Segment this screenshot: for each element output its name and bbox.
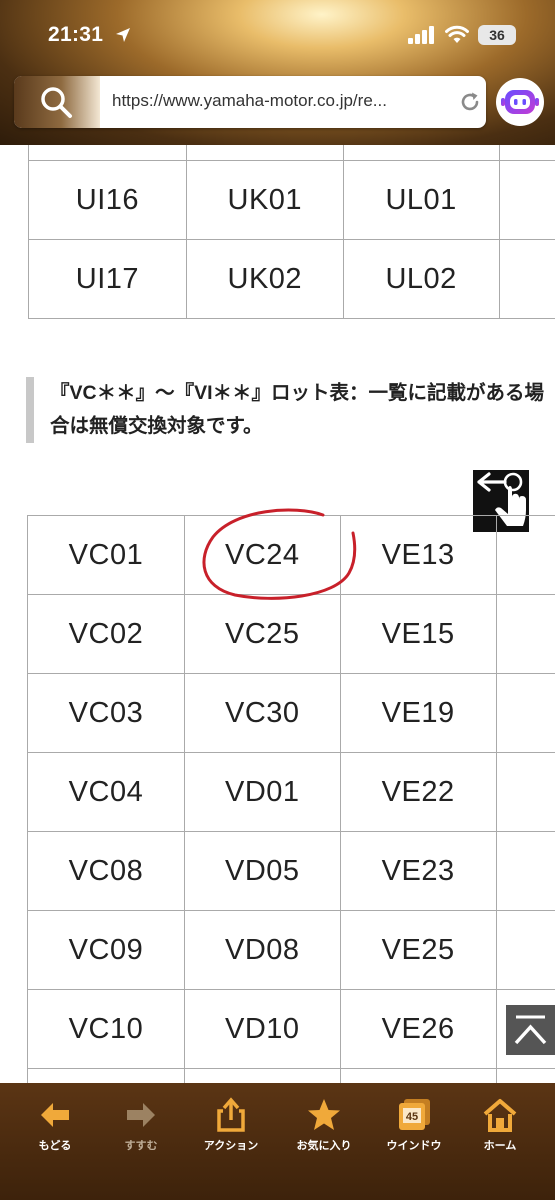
star-icon: [308, 1099, 340, 1130]
cellular-signal-icon: [408, 26, 434, 44]
windows-button[interactable]: 45 ウインドウ: [379, 1097, 449, 1153]
table-row: [28, 145, 555, 161]
assistant-button[interactable]: [496, 78, 544, 126]
table-cell: VC10: [27, 989, 185, 1069]
search-icon: [41, 87, 72, 118]
table-row: VC10 VD10 VE26: [27, 989, 555, 1069]
table-row: VC03 VC30 VE19: [27, 673, 555, 753]
table-cell: [495, 673, 555, 753]
url-bar[interactable]: https://www.yamaha-motor.co.jp/re...: [14, 76, 486, 128]
back-button[interactable]: もどる: [20, 1097, 90, 1153]
table-cell: UK01: [185, 160, 344, 240]
favorites-label: お気に入り: [296, 1140, 352, 1152]
scroll-to-top-button[interactable]: [506, 1005, 555, 1055]
table-cell: UL01: [342, 160, 500, 240]
url-text[interactable]: https://www.yamaha-motor.co.jp/re...: [112, 91, 387, 111]
table-row: UI16 UK01 UL01: [28, 160, 555, 240]
action-label: アクション: [203, 1140, 259, 1152]
table-cell: VC30: [183, 673, 341, 753]
table-cell: UL02: [342, 239, 500, 319]
table-cell: VC08: [27, 831, 185, 911]
forward-button[interactable]: すすむ: [106, 1097, 176, 1153]
table-cell: [495, 1068, 555, 1083]
forward-label: すすむ: [124, 1140, 158, 1152]
home-icon: [483, 1099, 517, 1132]
table-cell: VC01: [27, 515, 185, 595]
lot-table-u: UI16 UK01 UL01 UI17 UK02 UL02: [28, 145, 555, 319]
table-row: VC08 VD05 VE23: [27, 831, 555, 911]
bottom-toolbar: もどる すすむ アクション お気に入り 45 ウインドウ ホーム: [0, 1083, 555, 1200]
table-cell: VD10: [183, 989, 341, 1069]
table-cell: [495, 910, 555, 990]
share-icon: [217, 1097, 245, 1132]
table-cell: VE26: [339, 989, 497, 1069]
page-content[interactable]: UI16 UK01 UL01 UI17 UK02 UL02 『VC＊＊』〜『VI…: [0, 145, 555, 1083]
table-row: UI17 UK02 UL02: [28, 239, 555, 319]
status-bar: 21:31 36: [0, 0, 555, 72]
table-cell: [498, 160, 555, 240]
table-cell: VE25: [339, 910, 497, 990]
table-cell: [339, 1068, 497, 1083]
windows-icon: 45: [399, 1099, 430, 1130]
home-button[interactable]: ホーム: [465, 1097, 535, 1153]
table-cell: VC03: [27, 673, 185, 753]
table-cell: VE22: [339, 752, 497, 832]
table-cell: VC09: [27, 910, 185, 990]
scroll-top-icon: [514, 1015, 547, 1045]
table-cell: UK02: [185, 239, 344, 319]
table-row: VC01 VC24 VE13: [27, 515, 555, 595]
table-row: VC09 VD08 VE25: [27, 910, 555, 990]
table-cell: VE13: [339, 515, 497, 595]
table-cell: [183, 1068, 341, 1083]
lot-table-v: VC01 VC24 VE13 VC02 VC25 VE15 VC03 VC30 …: [27, 515, 555, 1083]
table-cell: [498, 239, 555, 319]
robot-icon: [501, 90, 539, 114]
table-row: VC04 VD01 VE22: [27, 752, 555, 832]
table-cell: [27, 1068, 185, 1083]
reload-icon[interactable]: [458, 90, 482, 114]
location-arrow-icon: [116, 28, 130, 42]
table-cell: VC04: [27, 752, 185, 832]
table-row: VC02 VC25 VE15: [27, 594, 555, 674]
table-cell: [495, 831, 555, 911]
back-arrow-icon: [41, 1103, 69, 1127]
wifi-icon: [445, 25, 469, 43]
table-cell: VE19: [339, 673, 497, 753]
favorites-button[interactable]: お気に入り: [289, 1097, 359, 1153]
table-cell: [28, 145, 187, 161]
table-row: [27, 1068, 555, 1083]
table-cell: VC25: [183, 594, 341, 674]
back-label: もどる: [38, 1140, 72, 1152]
table-cell: [498, 145, 555, 161]
table-cell: [185, 145, 344, 161]
table-cell: UI17: [28, 239, 187, 319]
table-cell: VC24: [183, 515, 341, 595]
window-count-badge: 45: [406, 1111, 418, 1123]
lot-table-note: 『VC＊＊』〜『VI＊＊』ロット表：一覧に記載がある場合は無償交換対象です。: [26, 377, 550, 443]
table-cell: VC02: [27, 594, 185, 674]
table-cell: [495, 752, 555, 832]
table-cell: VE23: [339, 831, 497, 911]
windows-label: ウインドウ: [386, 1140, 442, 1152]
table-cell: UI16: [28, 160, 187, 240]
battery-indicator: 36: [478, 25, 516, 45]
forward-arrow-icon: [127, 1103, 155, 1127]
status-time: 21:31: [48, 23, 104, 46]
table-cell: VE15: [339, 594, 497, 674]
table-cell: [495, 515, 555, 595]
table-cell: [342, 145, 500, 161]
home-label: ホーム: [483, 1140, 517, 1152]
site-logo[interactable]: [14, 76, 100, 128]
table-cell: VD05: [183, 831, 341, 911]
table-cell: VD01: [183, 752, 341, 832]
action-button[interactable]: アクション: [196, 1097, 266, 1153]
table-cell: [495, 594, 555, 674]
browser-chrome: 21:31 36 https://www.yamaha-motor.co.jp/…: [0, 0, 555, 145]
table-cell: VD08: [183, 910, 341, 990]
